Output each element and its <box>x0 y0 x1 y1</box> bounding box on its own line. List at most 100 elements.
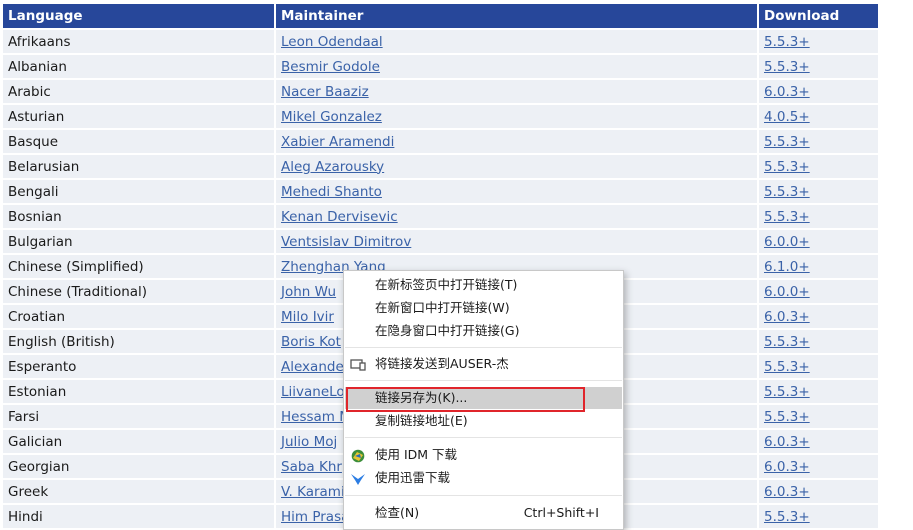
download-link[interactable]: 5.5.3+ <box>764 334 810 350</box>
menu-item-label: 将链接发送到AUSER-杰 <box>375 356 509 371</box>
language-cell: Asturian <box>3 105 274 128</box>
download-link[interactable]: 6.0.3+ <box>764 309 810 325</box>
download-link[interactable]: 6.0.0+ <box>764 284 810 300</box>
maintainer-link[interactable]: Boris Kot <box>281 334 341 350</box>
maintainer-link[interactable]: Him Prasa <box>281 509 349 525</box>
maintainer-link[interactable]: Xabier Aramendi <box>281 134 394 150</box>
menu-separator <box>345 495 622 496</box>
table-row: Belarusian Aleg Azarousky 5.5.3+ <box>3 155 878 178</box>
download-cell: 6.0.0+ <box>759 280 878 303</box>
download-link[interactable]: 5.5.3+ <box>764 184 810 200</box>
download-cell: 5.5.3+ <box>759 180 878 203</box>
menu-open-incognito[interactable]: 在隐身窗口中打开链接(G) <box>345 320 622 342</box>
download-cell: 5.5.3+ <box>759 130 878 153</box>
download-link[interactable]: 5.5.3+ <box>764 509 810 525</box>
table-row: Basque Xabier Aramendi 5.5.3+ <box>3 130 878 153</box>
language-cell: Hindi <box>3 505 274 528</box>
header-download: Download <box>759 4 878 28</box>
download-link[interactable]: 5.5.3+ <box>764 34 810 50</box>
download-cell: 6.1.0+ <box>759 255 878 278</box>
language-cell: Estonian <box>3 380 274 403</box>
download-cell: 5.5.3+ <box>759 380 878 403</box>
maintainer-cell: Besmir Godole <box>276 55 757 78</box>
download-cell: 5.5.3+ <box>759 505 878 528</box>
maintainer-cell: Mikel Gonzalez <box>276 105 757 128</box>
download-link[interactable]: 5.5.3+ <box>764 159 810 175</box>
maintainer-cell: Nacer Baaziz <box>276 80 757 103</box>
menu-item-label: 使用迅雷下载 <box>375 470 451 485</box>
language-cell: Esperanto <box>3 355 274 378</box>
menu-separator <box>345 437 622 438</box>
header-maintainer: Maintainer <box>276 4 757 28</box>
language-cell: Belarusian <box>3 155 274 178</box>
menu-download-xunlei[interactable]: 使用迅雷下载 <box>345 467 622 489</box>
download-link[interactable]: 5.5.3+ <box>764 384 810 400</box>
download-cell: 6.0.3+ <box>759 455 878 478</box>
menu-separator <box>345 380 622 381</box>
language-cell: English (British) <box>3 330 274 353</box>
language-cell: Croatian <box>3 305 274 328</box>
download-link[interactable]: 4.0.5+ <box>764 109 810 125</box>
language-cell: Chinese (Traditional) <box>3 280 274 303</box>
download-cell: 4.0.5+ <box>759 105 878 128</box>
menu-send-to-device[interactable]: 将链接发送到AUSER-杰 <box>345 353 622 375</box>
menu-separator <box>345 347 622 348</box>
maintainer-link[interactable]: Leon Odendaal <box>281 34 383 50</box>
menu-open-new-window[interactable]: 在新窗口中打开链接(W) <box>345 297 622 319</box>
menu-item-label: 使用 IDM 下载 <box>375 447 458 462</box>
menu-item-label: 复制链接地址(E) <box>375 413 468 428</box>
maintainer-link[interactable]: LiivaneLo <box>281 384 345 400</box>
download-link[interactable]: 5.5.3+ <box>764 359 810 375</box>
download-link[interactable]: 6.0.3+ <box>764 84 810 100</box>
download-link[interactable]: 6.0.3+ <box>764 434 810 450</box>
maintainer-link[interactable]: John Wu <box>281 284 336 300</box>
maintainer-cell: Mehedi Shanto <box>276 180 757 203</box>
download-link[interactable]: 6.1.0+ <box>764 259 810 275</box>
download-cell: 6.0.3+ <box>759 430 878 453</box>
maintainer-link[interactable]: Nacer Baaziz <box>281 84 369 100</box>
language-cell: Afrikaans <box>3 30 274 53</box>
download-cell: 6.0.3+ <box>759 80 878 103</box>
context-menu: 在新标签页中打开链接(T) 在新窗口中打开链接(W) 在隐身窗口中打开链接(G)… <box>343 270 624 530</box>
maintainer-link[interactable]: Kenan Dervisevic <box>281 209 398 225</box>
maintainer-link[interactable]: Julio Moj <box>281 434 337 450</box>
maintainer-link[interactable]: V. Karami <box>281 484 345 500</box>
maintainer-link[interactable]: Mikel Gonzalez <box>281 109 382 125</box>
download-link[interactable]: 5.5.3+ <box>764 409 810 425</box>
language-cell: Bulgarian <box>3 230 274 253</box>
menu-item-label: 在新标签页中打开链接(T) <box>375 277 518 292</box>
download-link[interactable]: 5.5.3+ <box>764 134 810 150</box>
maintainer-link[interactable]: Milo Ivir <box>281 309 334 325</box>
header-language: Language <box>3 4 274 28</box>
maintainer-cell: Kenan Dervisevic <box>276 205 757 228</box>
language-cell: Farsi <box>3 405 274 428</box>
maintainer-link[interactable]: Hessam M <box>281 409 351 425</box>
menu-copy-link[interactable]: 复制链接地址(E) <box>345 410 622 432</box>
maintainer-link[interactable]: Saba Khr <box>281 459 342 475</box>
table-header-row: Language Maintainer Download <box>3 4 878 28</box>
menu-download-idm[interactable]: 使用 IDM 下载 <box>345 444 622 466</box>
download-link[interactable]: 6.0.0+ <box>764 234 810 250</box>
download-link[interactable]: 5.5.3+ <box>764 209 810 225</box>
download-cell: 5.5.3+ <box>759 330 878 353</box>
idm-icon <box>350 448 366 463</box>
download-link[interactable]: 6.0.3+ <box>764 459 810 475</box>
xunlei-icon <box>350 471 366 485</box>
maintainer-link[interactable]: Alexande <box>281 359 344 375</box>
maintainer-cell: Aleg Azarousky <box>276 155 757 178</box>
maintainer-link[interactable]: Aleg Azarousky <box>281 159 384 175</box>
language-cell: Bosnian <box>3 205 274 228</box>
menu-inspect[interactable]: 检查(N) Ctrl+Shift+I <box>345 502 622 524</box>
maintainer-link[interactable]: Mehedi Shanto <box>281 184 382 200</box>
download-link[interactable]: 5.5.3+ <box>764 59 810 75</box>
menu-open-new-tab[interactable]: 在新标签页中打开链接(T) <box>345 274 622 296</box>
language-cell: Basque <box>3 130 274 153</box>
maintainer-link[interactable]: Ventsislav Dimitrov <box>281 234 411 250</box>
maintainer-cell: Leon Odendaal <box>276 30 757 53</box>
maintainer-cell: Xabier Aramendi <box>276 130 757 153</box>
download-link[interactable]: 6.0.3+ <box>764 484 810 500</box>
language-cell: Bengali <box>3 180 274 203</box>
menu-item-label: 检查(N) <box>375 505 420 520</box>
download-cell: 5.5.3+ <box>759 55 878 78</box>
maintainer-link[interactable]: Besmir Godole <box>281 59 380 75</box>
